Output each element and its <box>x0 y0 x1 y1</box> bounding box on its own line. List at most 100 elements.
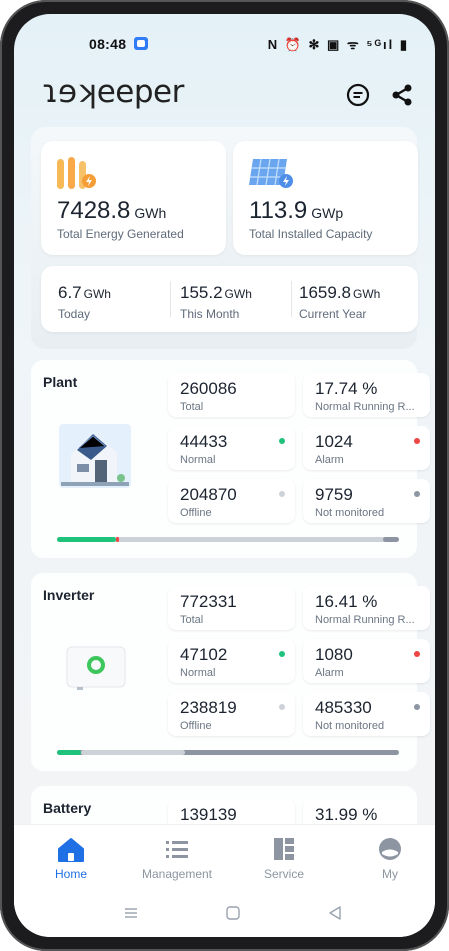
plant-not-monitored-label: Not monitored <box>315 507 385 519</box>
nav-home[interactable]: Home <box>21 825 121 893</box>
inverter-normal-value: 47102 <box>180 645 228 664</box>
plant-offline-value: 204870 <box>180 485 237 504</box>
inverter-title: Inverter <box>43 587 95 603</box>
energy-card[interactable]: 7428.8 GWh Total Energy Generated <box>41 141 226 255</box>
inverter-normal-label: Normal <box>180 667 216 679</box>
nav-my[interactable]: My <box>340 825 435 893</box>
offline-status-dot <box>279 704 285 710</box>
plant-running-cell[interactable]: 17.74 % Normal Running R... <box>303 373 430 417</box>
plant-running-value: 17.74 % <box>315 379 378 398</box>
inverter-total-cell[interactable]: 772331 Total <box>168 586 295 630</box>
today-unit: GWh <box>83 287 111 301</box>
nav-my-label: My <box>382 867 398 881</box>
solar-panel-icon <box>249 158 293 188</box>
today-label: Today <box>58 307 91 321</box>
list-icon <box>166 841 188 858</box>
plant-normal-cell[interactable]: 44433 Normal <box>168 426 295 470</box>
month-value: 155.2 <box>180 283 223 302</box>
year-unit: GWh <box>353 287 381 301</box>
year-stat[interactable]: 1659.8 GWh Current Year <box>299 283 380 321</box>
plant-total-value: 260086 <box>180 379 237 398</box>
month-unit: GWh <box>224 287 252 301</box>
inverter-alarm-value: 1080 <box>315 645 353 664</box>
message-icon[interactable] <box>345 82 371 108</box>
inverter-running-cell[interactable]: 16.41 % Normal Running R... <box>303 586 430 630</box>
home-button-icon[interactable] <box>226 906 240 920</box>
inverter-running-value: 16.41 % <box>315 592 378 611</box>
normal-status-dot <box>279 438 285 444</box>
plant-not-monitored-cell[interactable]: 9759 Not monitored <box>303 479 430 523</box>
plant-alarm-label: Alarm <box>315 454 344 466</box>
inverter-not-monitored-label: Not monitored <box>315 720 385 732</box>
inverter-normal-cell[interactable]: 47102 Normal <box>168 639 295 683</box>
inverter-offline-label: Offline <box>180 720 212 732</box>
inverter-alarm-cell[interactable]: 1080 Alarm <box>303 639 430 683</box>
plant-alarm-cell[interactable]: 1024 Alarm <box>303 426 430 470</box>
nav-home-label: Home <box>54 867 87 881</box>
capacity-card[interactable]: 113.9 GWp Total Installed Capacity <box>233 141 418 255</box>
plant-normal-label: Normal <box>180 454 216 466</box>
period-stats-card: 6.7 GWh Today 155.2 GWh This Month 1659.8 G… <box>41 266 418 332</box>
inverter-running-label: Normal Running R... <box>315 614 415 626</box>
capacity-value-line: 113.9 GWp <box>249 197 343 225</box>
home-icon <box>58 838 84 862</box>
app-screen: 08:48 N ⏰ ✻ ▣ ᯤ ⁵ᴳıl ▮ ɿɘʞeeper 7428.8 GW… <box>14 14 435 937</box>
normal-status-dot <box>279 651 285 657</box>
system-nav-bar <box>14 892 435 937</box>
divider <box>291 281 292 317</box>
today-value: 6.7 <box>58 283 82 302</box>
alarm-status-dot <box>414 651 420 657</box>
plant-running-label: Normal Running R... <box>315 401 415 413</box>
energy-value-line: 7428.8 GWh <box>57 197 166 225</box>
energy-bars-icon <box>57 157 96 189</box>
inverter-not-monitored-value: 485330 <box>315 698 372 717</box>
inverter-not-monitored-cell[interactable]: 485330 Not monitored <box>303 692 430 736</box>
house-icon <box>59 424 131 488</box>
grid-icon <box>274 838 294 860</box>
not-monitored-status-dot <box>414 491 420 497</box>
profile-icon <box>379 838 401 860</box>
nav-management[interactable]: Management <box>127 825 227 893</box>
year-label: Current Year <box>299 307 367 321</box>
plant-section[interactable]: Plant 260086 Total 17.74 % Normal Runnin… <box>31 360 430 558</box>
inverter-device-icon <box>66 646 126 690</box>
plant-not-monitored-value: 9759 <box>315 485 353 504</box>
status-icons: N ⏰ ✻ ▣ ᯤ ⁵ᴳıl ▮ <box>267 37 409 52</box>
battery-title: Battery <box>43 800 92 816</box>
inverter-offline-cell[interactable]: 238819 Offline <box>168 692 295 736</box>
inverter-section[interactable]: Inverter 772331 Total 16.41 % Normal Run… <box>31 573 430 771</box>
nav-service[interactable]: Service <box>234 825 334 893</box>
share-icon[interactable] <box>389 82 415 108</box>
plant-offline-label: Offline <box>180 507 212 519</box>
plant-offline-cell[interactable]: 204870 Offline <box>168 479 295 523</box>
energy-unit: GWh <box>134 205 167 221</box>
back-icon[interactable] <box>328 906 342 920</box>
inverter-alarm-label: Alarm <box>315 667 344 679</box>
battery-running-value: 31.99 % <box>315 805 378 824</box>
capacity-unit: GWp <box>311 205 344 221</box>
inverter-total-value: 772331 <box>180 592 237 611</box>
inverter-total-label: Total <box>180 614 204 626</box>
battery-total-value: 139139 <box>180 805 237 824</box>
plant-alarm-value: 1024 <box>315 432 353 451</box>
divider <box>170 281 171 317</box>
bottom-nav: Home Management Service My <box>14 824 435 893</box>
plant-total-label: Total <box>180 401 204 413</box>
app-logo: ɿɘʞeeper <box>42 74 184 110</box>
month-stat[interactable]: 155.2 GWh This Month <box>180 283 252 321</box>
nav-management-label: Management <box>141 867 213 881</box>
recents-icon[interactable] <box>124 906 138 920</box>
energy-label: Total Energy Generated <box>57 227 184 241</box>
phone-frame: 08:48 N ⏰ ✻ ▣ ᯤ ⁵ᴳıl ▮ ɿɘʞeeper 7428.8 GW… <box>0 0 449 951</box>
nav-service-label: Service <box>263 867 304 881</box>
offline-status-dot <box>279 491 285 497</box>
year-value: 1659.8 <box>299 283 351 302</box>
not-monitored-status-dot <box>414 704 420 710</box>
plant-total-cell[interactable]: 260086 Total <box>168 373 295 417</box>
alarm-status-dot <box>414 438 420 444</box>
today-stat[interactable]: 6.7 GWh Today <box>58 283 111 321</box>
status-bar: 08:48 N ⏰ ✻ ▣ ᯤ ⁵ᴳıl ▮ <box>14 34 435 56</box>
plant-normal-value: 44433 <box>180 432 228 451</box>
capacity-value: 113.9 <box>249 197 308 224</box>
capacity-label: Total Installed Capacity <box>249 227 373 241</box>
